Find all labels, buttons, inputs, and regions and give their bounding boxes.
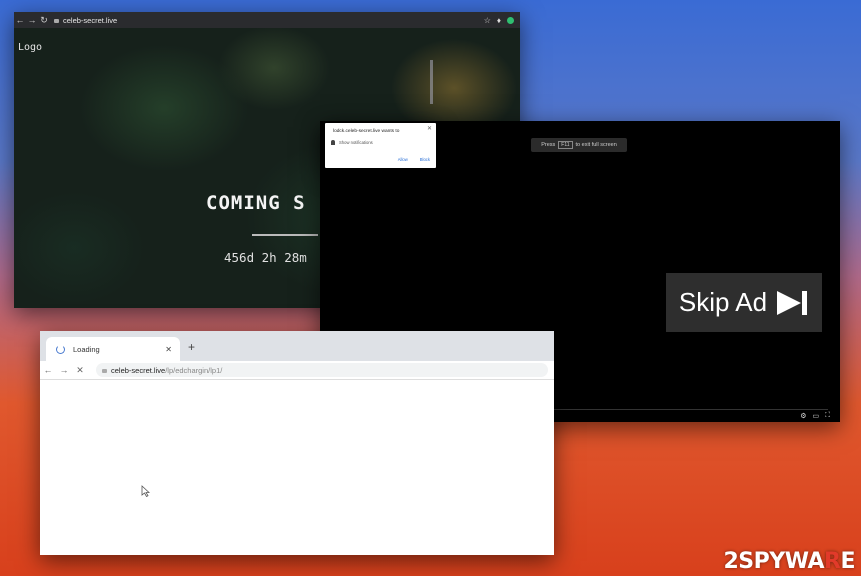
lock-icon [54,19,59,23]
address-bar[interactable]: celeb-secret.live [54,16,117,25]
tab-label: Loading [73,344,100,354]
reload-icon[interactable]: ↻ [38,15,50,26]
coming-soon-title: COMING S [206,192,306,214]
watermark-part2: R [824,549,841,574]
notification-permission-popup: lodck.celeb-secret.live wants to ✕ Show … [325,123,436,168]
forward-icon[interactable]: → [56,365,72,375]
video-progress-bar[interactable] [550,409,828,410]
popup-buttons: Allow Block [398,157,430,162]
watermark-part3: E [840,549,855,574]
title-divider [252,234,318,236]
browser-window-loading: Loading ✕ + ← → ✕ celeb-secret.live /lp/… [40,331,554,555]
toolbar-right: ☆ ♦ [484,16,520,25]
address-bar[interactable]: celeb-secret.live /lp/edchargin/lp1/ [96,363,548,377]
close-tab-icon[interactable]: ✕ [165,345,172,354]
address-host: celeb-secret.live [111,365,166,375]
permission-row: Show notifications [331,140,373,145]
browser-toolbar: ← → ✕ celeb-secret.live /lp/edchargin/lp… [40,361,554,380]
stop-icon[interactable]: ✕ [72,365,88,376]
video-controls: ⚙ ▭ ⛶ [800,412,830,420]
permission-text: Show notifications [339,140,373,145]
address-url: celeb-secret.live [63,15,118,25]
forward-icon[interactable]: → [26,15,38,25]
block-button[interactable]: Block [420,157,430,162]
fullscreen-icon[interactable]: ⛶ [825,412,830,420]
new-tab-icon[interactable]: + [188,340,195,354]
fullscreen-hint-press: Press [541,142,556,148]
back-icon[interactable]: ← [14,15,26,25]
fullscreen-hint: Press F11 to exit full screen [531,138,627,152]
tab-strip: Loading ✕ + [40,331,554,361]
mouse-pointer-icon [141,485,150,497]
watermark-part1: 2SPYWA [723,549,825,574]
page-logo: Logo [18,42,43,53]
decorative-strip [430,60,433,104]
extension-icon[interactable] [507,16,514,24]
lock-icon [102,369,107,373]
close-icon[interactable]: ✕ [427,125,432,132]
skip-ad-label: Skip Ad [678,287,768,317]
browser-toolbar: ← → ↻ celeb-secret.live ☆ ♦ [14,12,520,28]
skip-ad-button[interactable]: Skip Ad [666,273,822,332]
fullscreen-hint-tail: to exit full screen [575,142,617,148]
address-path: /lp/edchargin/lp1/ [165,365,223,375]
countdown-timer: 456d 2h 28m [224,250,307,265]
shield-icon[interactable]: ♦ [497,16,501,25]
back-icon[interactable]: ← [40,365,56,375]
watermark-logo: 2SPYWARE [724,549,856,574]
loading-spinner-icon [56,344,65,354]
fullscreen-hint-key: F11 [558,141,573,149]
skip-forward-icon [777,290,808,315]
bell-icon [331,140,335,145]
popup-title: lodck.celeb-secret.live wants to [333,129,400,134]
allow-button[interactable]: Allow [398,157,408,162]
theater-icon[interactable]: ▭ [812,412,819,420]
star-icon[interactable]: ☆ [484,16,491,25]
settings-icon[interactable]: ⚙ [800,412,806,420]
tab-loading[interactable]: Loading ✕ [46,337,180,361]
